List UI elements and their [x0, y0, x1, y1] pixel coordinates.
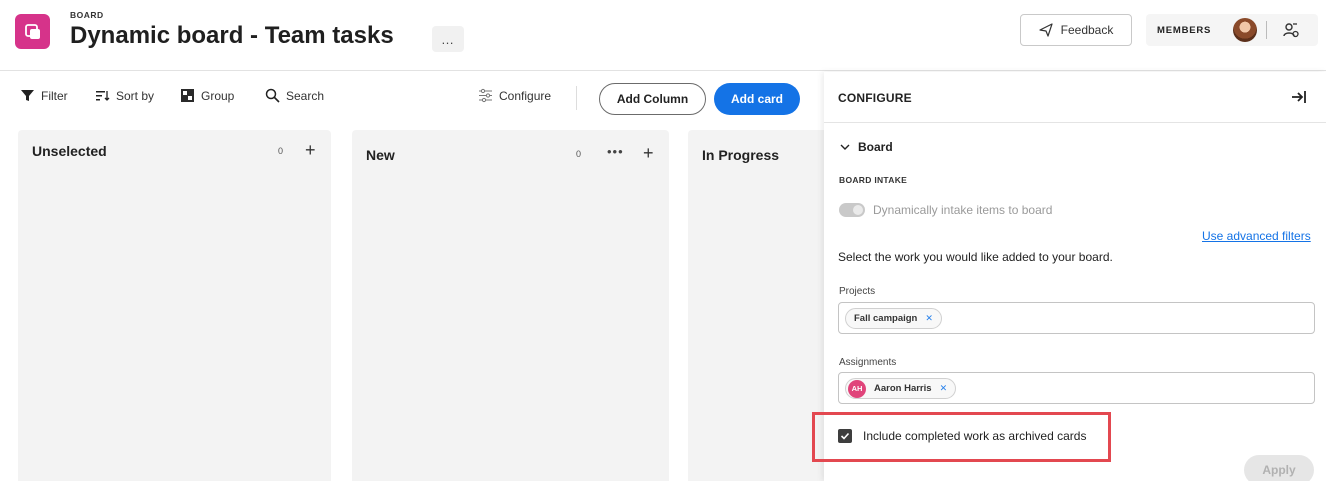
panel-divider: [824, 122, 1326, 123]
add-column-button[interactable]: Add Column: [599, 83, 706, 115]
configure-button[interactable]: Configure: [478, 88, 551, 103]
project-tag-label: Fall campaign: [854, 313, 918, 324]
members-bar: MEMBERS: [1146, 14, 1318, 46]
group-button[interactable]: Group: [180, 88, 234, 103]
filter-icon: [21, 90, 34, 101]
configure-label: Configure: [499, 88, 552, 103]
column-title: New: [366, 147, 395, 163]
assignments-field[interactable]: AH Aaron Harris ✕: [838, 372, 1315, 404]
avatar: AH: [848, 379, 866, 398]
include-completed-row: Include completed work as archived cards: [838, 429, 1086, 443]
filter-button[interactable]: Filter: [20, 88, 68, 103]
search-button[interactable]: Search: [265, 88, 324, 103]
toolbar-divider: [576, 86, 577, 110]
group-icon: [181, 89, 194, 102]
projects-label: Projects: [839, 286, 876, 297]
remove-tag-icon[interactable]: ✕: [925, 313, 933, 324]
members-label[interactable]: MEMBERS: [1157, 25, 1211, 36]
advanced-filters-link[interactable]: Use advanced filters: [1202, 229, 1311, 243]
page-title: Dynamic board - Team tasks: [70, 22, 394, 49]
board-kicker: BOARD: [70, 10, 104, 20]
column-count: 0: [576, 149, 582, 159]
check-icon: [840, 432, 850, 440]
collapse-panel-icon[interactable]: [1290, 88, 1308, 106]
search-label: Search: [286, 88, 325, 103]
app-header: BOARD Dynamic board - Team tasks … Feedb…: [0, 0, 1326, 72]
column-more-icon[interactable]: •••: [607, 144, 624, 159]
panel-title: CONFIGURE: [838, 91, 912, 105]
column-count: 0: [278, 146, 284, 156]
board-column-new: New 0 ••• +: [352, 130, 669, 481]
instruction-text: Select the work you would like added to …: [838, 250, 1113, 264]
assignee-tag: AH Aaron Harris ✕: [845, 378, 957, 399]
board-column-in-progress: In Progress: [688, 130, 828, 481]
sort-label: Sort by: [116, 88, 155, 103]
configure-panel: CONFIGURE Board BOARD INTAKE Dynamically…: [812, 72, 1326, 481]
board-section-toggle[interactable]: Board: [840, 140, 893, 154]
add-card-button[interactable]: Add card: [714, 83, 800, 115]
board-toolbar: Filter Sort by Group Search Configure Ad…: [0, 80, 820, 116]
toggle-label: Dynamically intake items to board: [873, 203, 1053, 217]
section-title: Board: [858, 140, 893, 154]
projects-field[interactable]: Fall campaign ✕: [838, 302, 1315, 334]
board-more-button[interactable]: …: [432, 26, 464, 52]
dynamic-intake-toggle[interactable]: [839, 203, 865, 217]
group-label: Group: [201, 88, 235, 103]
board-column-unselected: Unselected 0 +: [18, 130, 331, 481]
sliders-icon: [479, 88, 492, 103]
add-card-icon[interactable]: +: [643, 143, 654, 164]
more-icon: …: [441, 31, 455, 47]
board-intake-label: BOARD INTAKE: [839, 175, 908, 185]
feedback-label: Feedback: [1060, 23, 1114, 37]
members-divider: [1266, 21, 1267, 39]
filter-label: Filter: [41, 88, 68, 103]
manage-members-icon[interactable]: [1282, 21, 1300, 39]
feedback-button[interactable]: Feedback: [1020, 14, 1132, 46]
column-title: In Progress: [702, 147, 780, 163]
add-card-icon[interactable]: +: [305, 140, 316, 161]
project-tag: Fall campaign ✕: [845, 308, 942, 329]
assignee-tag-label: Aaron Harris: [874, 383, 932, 394]
include-completed-checkbox[interactable]: [838, 429, 852, 443]
remove-tag-icon[interactable]: ✕: [940, 383, 948, 394]
chevron-down-icon: [840, 144, 850, 150]
sort-icon: [96, 91, 110, 101]
member-avatar[interactable]: [1233, 18, 1257, 42]
column-title: Unselected: [32, 143, 107, 159]
dynamic-intake-toggle-row: Dynamically intake items to board: [839, 203, 1052, 217]
sort-button[interactable]: Sort by: [95, 88, 154, 103]
board-app-icon: [15, 14, 50, 49]
board-icon: [24, 23, 40, 39]
include-completed-label: Include completed work as archived cards: [863, 429, 1087, 443]
send-icon: [1039, 23, 1053, 37]
assignments-label: Assignments: [839, 357, 897, 368]
header-divider: [0, 70, 1326, 71]
apply-button[interactable]: Apply: [1244, 455, 1314, 481]
search-icon: [265, 88, 280, 103]
